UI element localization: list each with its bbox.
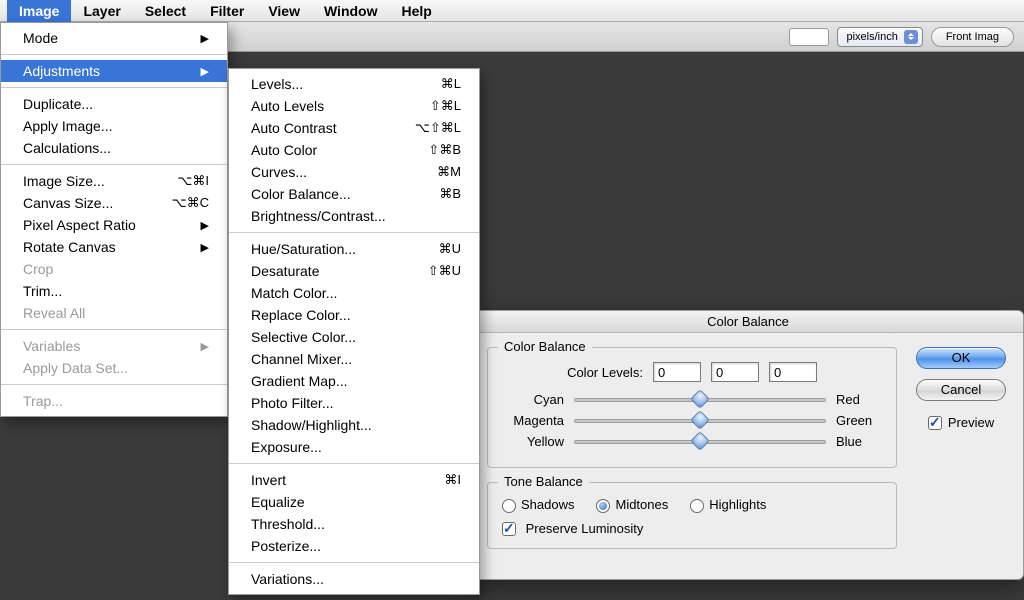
adjust-menu-replace-color[interactable]: Replace Color... [229,304,479,326]
image-menu-duplicate[interactable]: Duplicate... [1,93,227,115]
color-level-1[interactable] [711,362,759,382]
adjust-menu-match-color[interactable]: Match Color... [229,282,479,304]
slider-cyan-red: CyanRed [502,392,882,407]
adjust-menu-exposure[interactable]: Exposure... [229,436,479,458]
menu-filter[interactable]: Filter [198,0,256,22]
tone-balance-legend: Tone Balance [498,474,589,489]
color-balance-dialog: Color Balance Color Balance Color Levels… [472,310,1024,580]
adjust-menu-gradient-map[interactable]: Gradient Map... [229,370,479,392]
image-menu-variables: Variables▶ [1,335,227,357]
adjust-menu-variations[interactable]: Variations... [229,568,479,590]
preserve-luminosity-row[interactable]: Preserve Luminosity [502,521,882,537]
adjust-menu-shadow-highlight[interactable]: Shadow/Highlight... [229,414,479,436]
adjust-menu-desaturate[interactable]: Desaturate⇧⌘U [229,260,479,282]
color-balance-group: Color Balance Color Levels: CyanRedMagen… [487,347,897,468]
image-menu-adjustments[interactable]: Adjustments▶ [1,60,227,82]
adjust-menu-auto-contrast[interactable]: Auto Contrast⌥⇧⌘L [229,117,479,139]
adjust-menu-selective-color[interactable]: Selective Color... [229,326,479,348]
image-menu-trim[interactable]: Trim... [1,280,227,302]
submenu-arrow-icon: ▶ [201,32,209,45]
submenu-arrow-icon: ▶ [201,241,209,254]
slider-thumb-2[interactable] [690,431,710,451]
resolution-input[interactable] [789,28,829,46]
slider-thumb-1[interactable] [690,410,710,430]
image-menu-crop: Crop [1,258,227,280]
slider-track-0[interactable] [574,398,826,402]
image-menu-canvas-size[interactable]: Canvas Size...⌥⌘C [1,192,227,214]
radio-icon[interactable] [596,499,610,513]
adjust-menu-hue-saturation[interactable]: Hue/Saturation...⌘U [229,238,479,260]
adjust-menu-photo-filter[interactable]: Photo Filter... [229,392,479,414]
preview-checkbox[interactable] [928,416,942,430]
front-image-button[interactable]: Front Imag [931,27,1014,47]
adjust-menu-channel-mixer[interactable]: Channel Mixer... [229,348,479,370]
menu-window[interactable]: Window [312,0,390,22]
adjust-menu-curves[interactable]: Curves...⌘M [229,161,479,183]
slider-track-1[interactable] [574,419,826,423]
chevron-updown-icon [904,30,918,44]
adjust-menu-auto-color[interactable]: Auto Color⇧⌘B [229,139,479,161]
image-menu-rotate-canvas[interactable]: Rotate Canvas▶ [1,236,227,258]
tone-midtones[interactable]: Midtones [596,497,668,513]
adjust-menu-color-balance[interactable]: Color Balance...⌘B [229,183,479,205]
adjust-menu-threshold[interactable]: Threshold... [229,513,479,535]
color-level-0[interactable] [653,362,701,382]
units-select[interactable]: pixels/inch [837,27,922,47]
tone-shadows[interactable]: Shadows [502,497,574,513]
image-menu-apply-image[interactable]: Apply Image... [1,115,227,137]
color-balance-legend: Color Balance [498,339,592,354]
adjust-menu-auto-levels[interactable]: Auto Levels⇧⌘L [229,95,479,117]
adjustments-submenu: Levels...⌘LAuto Levels⇧⌘LAuto Contrast⌥⇧… [228,68,480,595]
menubar: ImageLayerSelectFilterViewWindowHelp [0,0,1024,22]
preserve-luminosity-checkbox[interactable] [502,522,516,536]
menu-select[interactable]: Select [133,0,198,22]
submenu-arrow-icon: ▶ [201,219,209,232]
tone-highlights[interactable]: Highlights [690,497,766,513]
adjust-menu-levels[interactable]: Levels...⌘L [229,73,479,95]
adjust-menu-equalize[interactable]: Equalize [229,491,479,513]
radio-icon[interactable] [690,499,704,513]
radio-icon[interactable] [502,499,516,513]
color-level-2[interactable] [769,362,817,382]
image-menu-calculations[interactable]: Calculations... [1,137,227,159]
submenu-arrow-icon: ▶ [201,340,209,353]
menu-layer[interactable]: Layer [71,0,132,22]
image-menu-dropdown: Mode▶ Adjustments▶ Duplicate...Apply Image… [0,22,228,417]
adjust-menu-brightness-contrast[interactable]: Brightness/Contrast... [229,205,479,227]
menu-help[interactable]: Help [390,0,444,22]
submenu-arrow-icon: ▶ [201,65,209,78]
preview-row[interactable]: Preview [928,415,994,430]
adjust-menu-invert[interactable]: Invert⌘I [229,469,479,491]
image-menu-image-size[interactable]: Image Size...⌥⌘I [1,170,227,192]
tone-balance-group: Tone Balance ShadowsMidtonesHighlights P… [487,482,897,549]
slider-thumb-0[interactable] [690,389,710,409]
image-menu-reveal-all: Reveal All [1,302,227,324]
units-label: pixels/inch [846,31,897,43]
image-menu-mode[interactable]: Mode▶ [1,27,227,49]
slider-magenta-green: MagentaGreen [502,413,882,428]
adjust-menu-posterize[interactable]: Posterize... [229,535,479,557]
menu-image[interactable]: Image [7,0,71,22]
color-levels-label: Color Levels: [567,365,643,380]
image-menu-trap: Trap... [1,390,227,412]
dialog-title: Color Balance [473,311,1023,333]
cancel-button[interactable]: Cancel [916,379,1006,401]
image-menu-apply-data-set: Apply Data Set... [1,357,227,379]
menu-view[interactable]: View [256,0,312,22]
image-menu-pixel-aspect-ratio[interactable]: Pixel Aspect Ratio▶ [1,214,227,236]
slider-track-2[interactable] [574,440,826,444]
slider-yellow-blue: YellowBlue [502,434,882,449]
ok-button[interactable]: OK [916,347,1006,369]
